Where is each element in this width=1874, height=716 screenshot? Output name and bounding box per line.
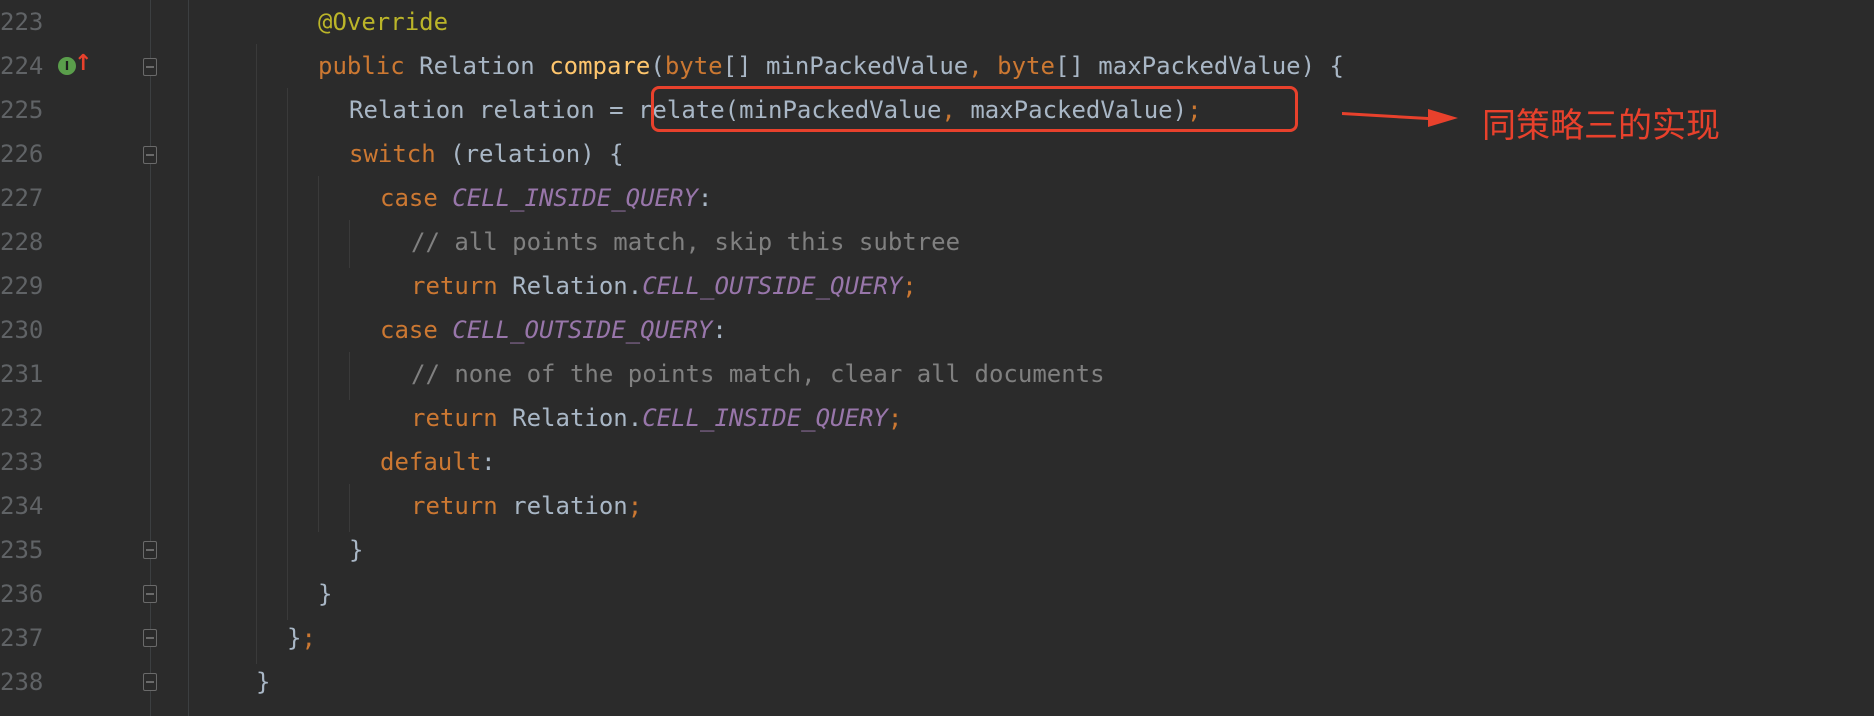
code-editor[interactable]: 223 @Override 224 I ↑ public Relation co… xyxy=(0,0,1874,716)
code-line[interactable]: 230 case CELL_OUTSIDE_QUERY: xyxy=(0,308,1874,352)
code-line[interactable]: 232 return Relation.CELL_INSIDE_QUERY; xyxy=(0,396,1874,440)
code-text: case CELL_OUTSIDE_QUERY: xyxy=(380,308,727,352)
keyword-token: case xyxy=(380,184,438,212)
colon-token: : xyxy=(712,316,727,344)
code-text: } xyxy=(349,528,363,572)
keyword-token: case xyxy=(380,316,438,344)
text-token: (relation) { xyxy=(435,140,624,168)
colon-token: : xyxy=(697,184,713,212)
code-line[interactable]: 227 case CELL_INSIDE_QUERY: xyxy=(0,176,1874,220)
line-number: 226 xyxy=(0,140,44,168)
code-line[interactable]: 238 } xyxy=(0,660,1874,704)
keyword-token: default xyxy=(380,448,482,476)
comment-token: // none of the points match, clear all d… xyxy=(411,360,1105,388)
code-line[interactable]: 237 }; xyxy=(0,616,1874,660)
override-up-arrow-icon[interactable]: ↑ xyxy=(74,53,92,75)
semicolon-token: ; xyxy=(627,492,643,520)
code-line[interactable]: 224 I ↑ public Relation compare(byte[] m… xyxy=(0,44,1874,88)
code-text: return relation; xyxy=(411,484,642,528)
code-text: return Relation.CELL_INSIDE_QUERY; xyxy=(411,396,902,440)
fold-toggle-icon[interactable] xyxy=(143,146,157,164)
code-text: // none of the points match, clear all d… xyxy=(411,352,1105,396)
code-line[interactable]: 223 @Override xyxy=(0,0,1874,44)
comment-token: // all points match, skip this subtree xyxy=(411,228,961,256)
keyword-token: return xyxy=(411,272,498,300)
fold-end-icon[interactable] xyxy=(143,541,157,559)
semicolon-token: ; xyxy=(301,624,316,652)
code-text: public Relation compare(byte[] minPacked… xyxy=(318,44,1344,88)
code-line[interactable]: 234 return relation; xyxy=(0,484,1874,528)
highlight-box xyxy=(651,86,1298,132)
code-line[interactable]: 228 // all points match, skip this subtr… xyxy=(0,220,1874,264)
code-text: }; xyxy=(287,616,316,660)
line-number: 227 xyxy=(0,184,44,212)
code-line[interactable]: 229 return Relation.CELL_OUTSIDE_QUERY; xyxy=(0,264,1874,308)
text-token: Relation xyxy=(404,52,550,80)
code-line[interactable]: 233 default: xyxy=(0,440,1874,484)
line-number: 223 xyxy=(0,8,44,36)
line-number: 232 xyxy=(0,404,44,432)
line-number: 233 xyxy=(0,448,44,476)
code-text: default: xyxy=(380,440,496,484)
keyword-token: return xyxy=(411,492,498,520)
constant-token: CELL_INSIDE_QUERY xyxy=(452,184,698,212)
constant-token: CELL_OUTSIDE_QUERY xyxy=(452,316,713,344)
code-line[interactable]: 236 } xyxy=(0,572,1874,616)
constant-token: CELL_INSIDE_QUERY xyxy=(642,404,888,432)
brace-token: } xyxy=(349,536,364,564)
fold-end-icon[interactable] xyxy=(143,629,157,647)
code-text: } xyxy=(256,660,270,704)
code-text: case CELL_INSIDE_QUERY: xyxy=(380,176,712,220)
keyword-token: public xyxy=(318,52,405,80)
keyword-token: return xyxy=(411,404,498,432)
function-token: compare xyxy=(549,52,651,80)
line-number: 234 xyxy=(0,492,44,520)
fold-end-icon[interactable] xyxy=(143,585,157,603)
fold-toggle-icon[interactable] xyxy=(143,58,157,76)
text-token: relation xyxy=(497,492,628,520)
brace-token: } xyxy=(287,624,302,652)
annotation-token: @Override xyxy=(318,8,449,36)
keyword-token: switch xyxy=(349,140,436,168)
annotation-arrow-icon xyxy=(1342,109,1458,127)
line-number: 237 xyxy=(0,624,44,652)
code-text: return Relation.CELL_OUTSIDE_QUERY; xyxy=(411,264,917,308)
line-number: 230 xyxy=(0,316,44,344)
line-number: 224 xyxy=(0,52,44,80)
code-line[interactable]: 235 } xyxy=(0,528,1874,572)
brace-token: } xyxy=(256,668,271,696)
text-token: [] maxPackedValue) { xyxy=(1054,52,1344,80)
brace-token: } xyxy=(318,580,333,608)
code-text: // all points match, skip this subtree xyxy=(411,220,960,264)
line-number: 238 xyxy=(0,668,44,696)
keyword-token: byte xyxy=(997,52,1055,80)
constant-token: CELL_OUTSIDE_QUERY xyxy=(642,272,903,300)
annotation-label: 同策略三的实现 xyxy=(1482,106,1720,146)
code-line[interactable]: 231 // none of the points match, clear a… xyxy=(0,352,1874,396)
code-text: switch (relation) { xyxy=(349,132,624,176)
fold-end-icon[interactable] xyxy=(143,673,157,691)
line-number: 231 xyxy=(0,360,44,388)
line-number: 229 xyxy=(0,272,44,300)
text-token: Relation. xyxy=(497,272,643,300)
code-text: } xyxy=(318,572,332,616)
semicolon-token: ; xyxy=(902,272,917,300)
semicolon-token: ; xyxy=(887,404,903,432)
colon-token: : xyxy=(481,448,496,476)
line-number: 225 xyxy=(0,96,44,124)
comma-token: , xyxy=(968,52,983,80)
line-number: 228 xyxy=(0,228,44,256)
text-token: [] minPackedValue xyxy=(722,52,969,80)
text-token: ( xyxy=(650,52,665,80)
code-text: @Override xyxy=(318,0,448,44)
line-number: 236 xyxy=(0,580,44,608)
line-number: 235 xyxy=(0,536,44,564)
text-token: Relation. xyxy=(497,404,643,432)
keyword-token: byte xyxy=(664,52,723,80)
